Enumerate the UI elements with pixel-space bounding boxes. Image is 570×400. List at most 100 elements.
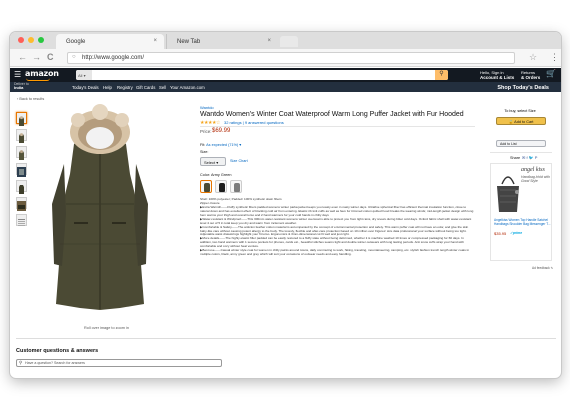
amazon-smile-arrow (26, 78, 50, 81)
thumbnail-image[interactable] (16, 163, 27, 177)
new-tab-button[interactable] (280, 36, 298, 47)
prime-badge: ✓prime (510, 231, 523, 235)
search-category-dropdown[interactable]: All ▾ (76, 70, 92, 80)
search-icon: ⚲ (19, 360, 23, 365)
subnav-todays-deals[interactable]: Today's Deals (72, 85, 99, 90)
minimize-window-dot[interactable] (28, 37, 34, 43)
tab-bar: Google × New Tab × (10, 32, 561, 49)
back-to-results-link[interactable]: ‹ Back to results (17, 97, 44, 101)
color-swatch-black[interactable] (215, 180, 227, 193)
tab-title: Google (66, 39, 86, 45)
search-bar[interactable]: All ▾ ⚲ (76, 70, 448, 80)
select-size-prompt-text: To buy, select Size (504, 109, 536, 113)
browser-window: Google × New Tab × ← → C ○ http://www.go… (10, 32, 561, 378)
section-divider (16, 338, 556, 339)
qa-heading: Customer questions & answers (16, 348, 99, 354)
shop-todays-deals-link[interactable]: Shop Today's Deals (497, 85, 549, 91)
subnav-sell[interactable]: Sell (159, 85, 166, 90)
browser-toolbar: ← → C ○ http://www.google.com/ ☆ ⋮ (10, 49, 561, 67)
thumbnail-image[interactable] (16, 214, 27, 226)
thumbnail-image[interactable] (16, 129, 27, 143)
close-tab-icon[interactable]: × (267, 38, 271, 44)
coat-thumbnail-icon (19, 150, 24, 160)
coat-thumbnail-icon (19, 185, 24, 194)
tab-new-tab[interactable]: New Tab × (166, 34, 278, 49)
fit-label: Fit: (200, 143, 206, 147)
coat-thumbnail-icon (19, 116, 24, 126)
price-label: Price: (200, 129, 212, 134)
color-swatch-grey[interactable] (230, 180, 242, 193)
brand-link[interactable]: Wantdo (200, 105, 214, 110)
page-info-icon[interactable]: ○ (72, 54, 76, 60)
tab-title: New Tab (177, 39, 201, 45)
returns-orders-link[interactable]: Returns & Orders (521, 70, 540, 80)
detail-thumbnail-icon (17, 167, 26, 177)
bullet-item: ▶More details——The highly elastic filler… (200, 236, 464, 249)
product-main-image[interactable] (44, 104, 157, 316)
ad-tagline: Handbag-Hold with Good Style (521, 175, 550, 183)
share-label: Share (510, 156, 521, 160)
size-chart-thumbnail-icon (18, 219, 25, 226)
feature-bullets: Shell: 100% polyester; Padded: 100% synt… (200, 197, 476, 257)
bullet-item: ▶Extra Warmth——Fluffy synthetic fibers p… (200, 205, 474, 217)
qa-search-input[interactable]: ⚲ Have a question? Search for answers (16, 359, 222, 367)
forward-arrow-icon[interactable]: → (32, 52, 41, 62)
address-bar[interactable]: ○ http://www.google.com/ (67, 52, 515, 64)
bookmark-star-icon[interactable]: ☆ (529, 52, 537, 63)
product-title: Wantdo Women's Winter Coat Waterproof Wa… (200, 111, 464, 118)
search-icon[interactable]: ⚲ (435, 70, 448, 80)
ad-price: $35.95 (494, 231, 507, 236)
deliver-country: India (14, 85, 24, 90)
subnav-your-amazon[interactable]: Your Amazon.com (170, 85, 205, 90)
coat-thumbnail-icon (19, 133, 24, 143)
amazon-header: ☰ amazon All ▾ ⚲ Hello, Sign in Account … (10, 68, 561, 82)
color-label: Color: Army Green (200, 173, 232, 177)
orders-label: & Orders (521, 75, 541, 80)
bullet-item: ▶Best use——Casual winter style coat for … (200, 248, 470, 256)
back-arrow-icon[interactable]: ← (18, 52, 27, 62)
detail-thumbnail-icon (17, 201, 26, 211)
amazon-subnav: Deliver to India Today's Deals Help Regi… (10, 82, 561, 92)
thumbnail-image[interactable] (16, 112, 27, 126)
size-label: Size: (200, 150, 209, 154)
account-lists-menu[interactable]: Hello, Sign in Account & Lists (480, 70, 514, 80)
cart-icon[interactable]: 🛒 (546, 69, 556, 78)
thumbnail-image[interactable] (16, 180, 27, 194)
size-chart-link[interactable]: Size Chart (230, 159, 248, 163)
color-swatch-army-green[interactable] (200, 180, 212, 193)
sponsored-ad[interactable]: angel kiss Handbag-Hold with Good Style … (490, 163, 552, 261)
hamburger-menu-icon[interactable]: ☰ (14, 70, 21, 79)
size-select[interactable]: Select ▾ (200, 157, 226, 166)
url-text: http://www.google.com/ (82, 55, 145, 61)
bullet-item: ▶Comfortable & Safety——The anticlon feat… (200, 224, 469, 237)
ad-brand: angel kiss (521, 167, 545, 173)
subnav-registry[interactable]: Registry (117, 85, 133, 90)
thumbnail-image[interactable] (16, 197, 27, 211)
thumbnail-image[interactable] (16, 146, 27, 160)
add-to-cart-button[interactable]: 🔒 Add to Cart (496, 117, 546, 125)
qa-search-placeholder: Have a question? Search for answers (25, 361, 85, 365)
share-icons[interactable]: ✉ f 🐦 P (522, 155, 537, 160)
price-value: $69.99 (212, 128, 231, 134)
divider (490, 152, 552, 153)
tab-google[interactable]: Google × (56, 34, 164, 49)
maximize-window-dot[interactable] (38, 37, 44, 43)
close-window-dot[interactable] (18, 37, 24, 43)
zoom-hint: Roll over image to zoom in (84, 326, 129, 330)
subnav-gift-cards[interactable]: Gift Cards (136, 85, 155, 90)
ad-title[interactable]: Angelkiss Women Top Handle Satchel Handb… (494, 218, 552, 226)
amazon-logo[interactable]: amazon (25, 69, 59, 78)
handbag-ad-image (497, 176, 519, 212)
browser-menu-icon[interactable]: ⋮ (550, 52, 559, 63)
divider (200, 126, 475, 127)
reload-icon[interactable]: C (47, 52, 54, 62)
fit-link[interactable]: As expected (71%) ▾ (206, 143, 241, 147)
close-tab-icon[interactable]: × (153, 38, 157, 44)
add-to-list-button[interactable]: Add to List (496, 140, 546, 147)
account-label: Account & Lists (480, 75, 515, 80)
fit-info: Fit: As expected (71%) ▾ (200, 142, 241, 147)
deliver-to-location[interactable]: Deliver to India (14, 82, 29, 90)
ratings-link[interactable]: 32 ratings | 9 answered questions (224, 120, 284, 125)
subnav-help[interactable]: Help (103, 85, 112, 90)
ad-feedback-link[interactable]: Ad feedback ✎ (532, 266, 553, 270)
